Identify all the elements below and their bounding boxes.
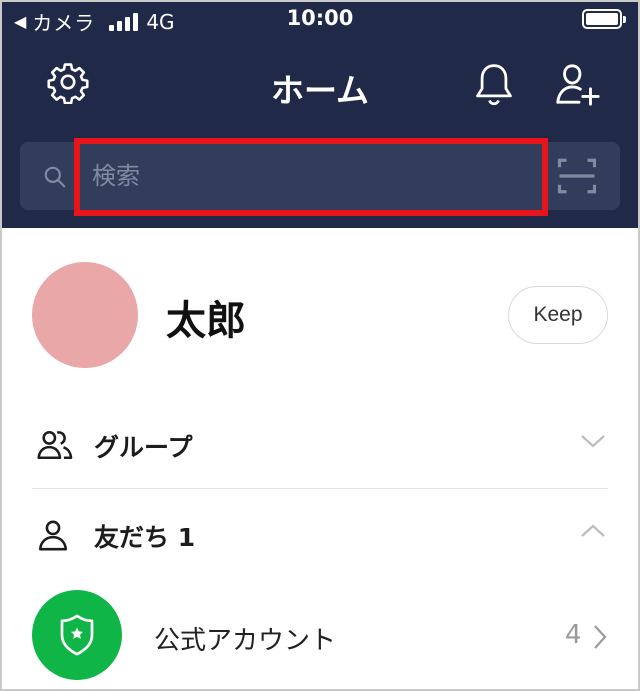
status-time: 10:00 bbox=[286, 6, 354, 30]
shield-star-icon bbox=[32, 590, 122, 680]
divider bbox=[32, 488, 608, 489]
chevron-down-icon[interactable] bbox=[580, 432, 606, 454]
avatar[interactable] bbox=[32, 262, 138, 368]
official-account-count: 4 bbox=[565, 620, 582, 650]
battery-icon bbox=[582, 9, 626, 29]
section-label-friends: 友だち 1 bbox=[94, 523, 196, 552]
top-bar: ホーム bbox=[0, 42, 640, 132]
official-account-row[interactable]: 公式アカウント 4 bbox=[0, 590, 640, 686]
bell-icon[interactable] bbox=[466, 56, 522, 112]
header-area: ◀ カメラ 4G 10:00 ホーム bbox=[0, 0, 640, 228]
profile-section: 太郎 Keep bbox=[0, 228, 640, 398]
search-icon bbox=[42, 164, 68, 194]
chevron-up-icon[interactable] bbox=[580, 522, 606, 544]
page-title: ホーム bbox=[270, 71, 369, 110]
section-row-groups[interactable]: グループ bbox=[32, 400, 608, 488]
profile-name[interactable]: 太郎 bbox=[166, 288, 246, 346]
section-row-friends[interactable]: 友だち 1 bbox=[32, 490, 608, 578]
person-icon bbox=[36, 518, 70, 556]
official-account-label: 公式アカウント bbox=[154, 626, 337, 656]
chevron-right-icon[interactable] bbox=[592, 624, 608, 654]
keep-button[interactable]: Keep bbox=[508, 286, 608, 344]
status-bar: ◀ カメラ 4G 10:00 bbox=[0, 0, 640, 42]
scan-icon[interactable] bbox=[556, 156, 598, 200]
group-icon bbox=[36, 428, 74, 466]
search-highlight-box bbox=[74, 138, 548, 216]
add-friend-icon[interactable] bbox=[550, 56, 606, 112]
section-label-groups: グループ bbox=[94, 433, 193, 462]
